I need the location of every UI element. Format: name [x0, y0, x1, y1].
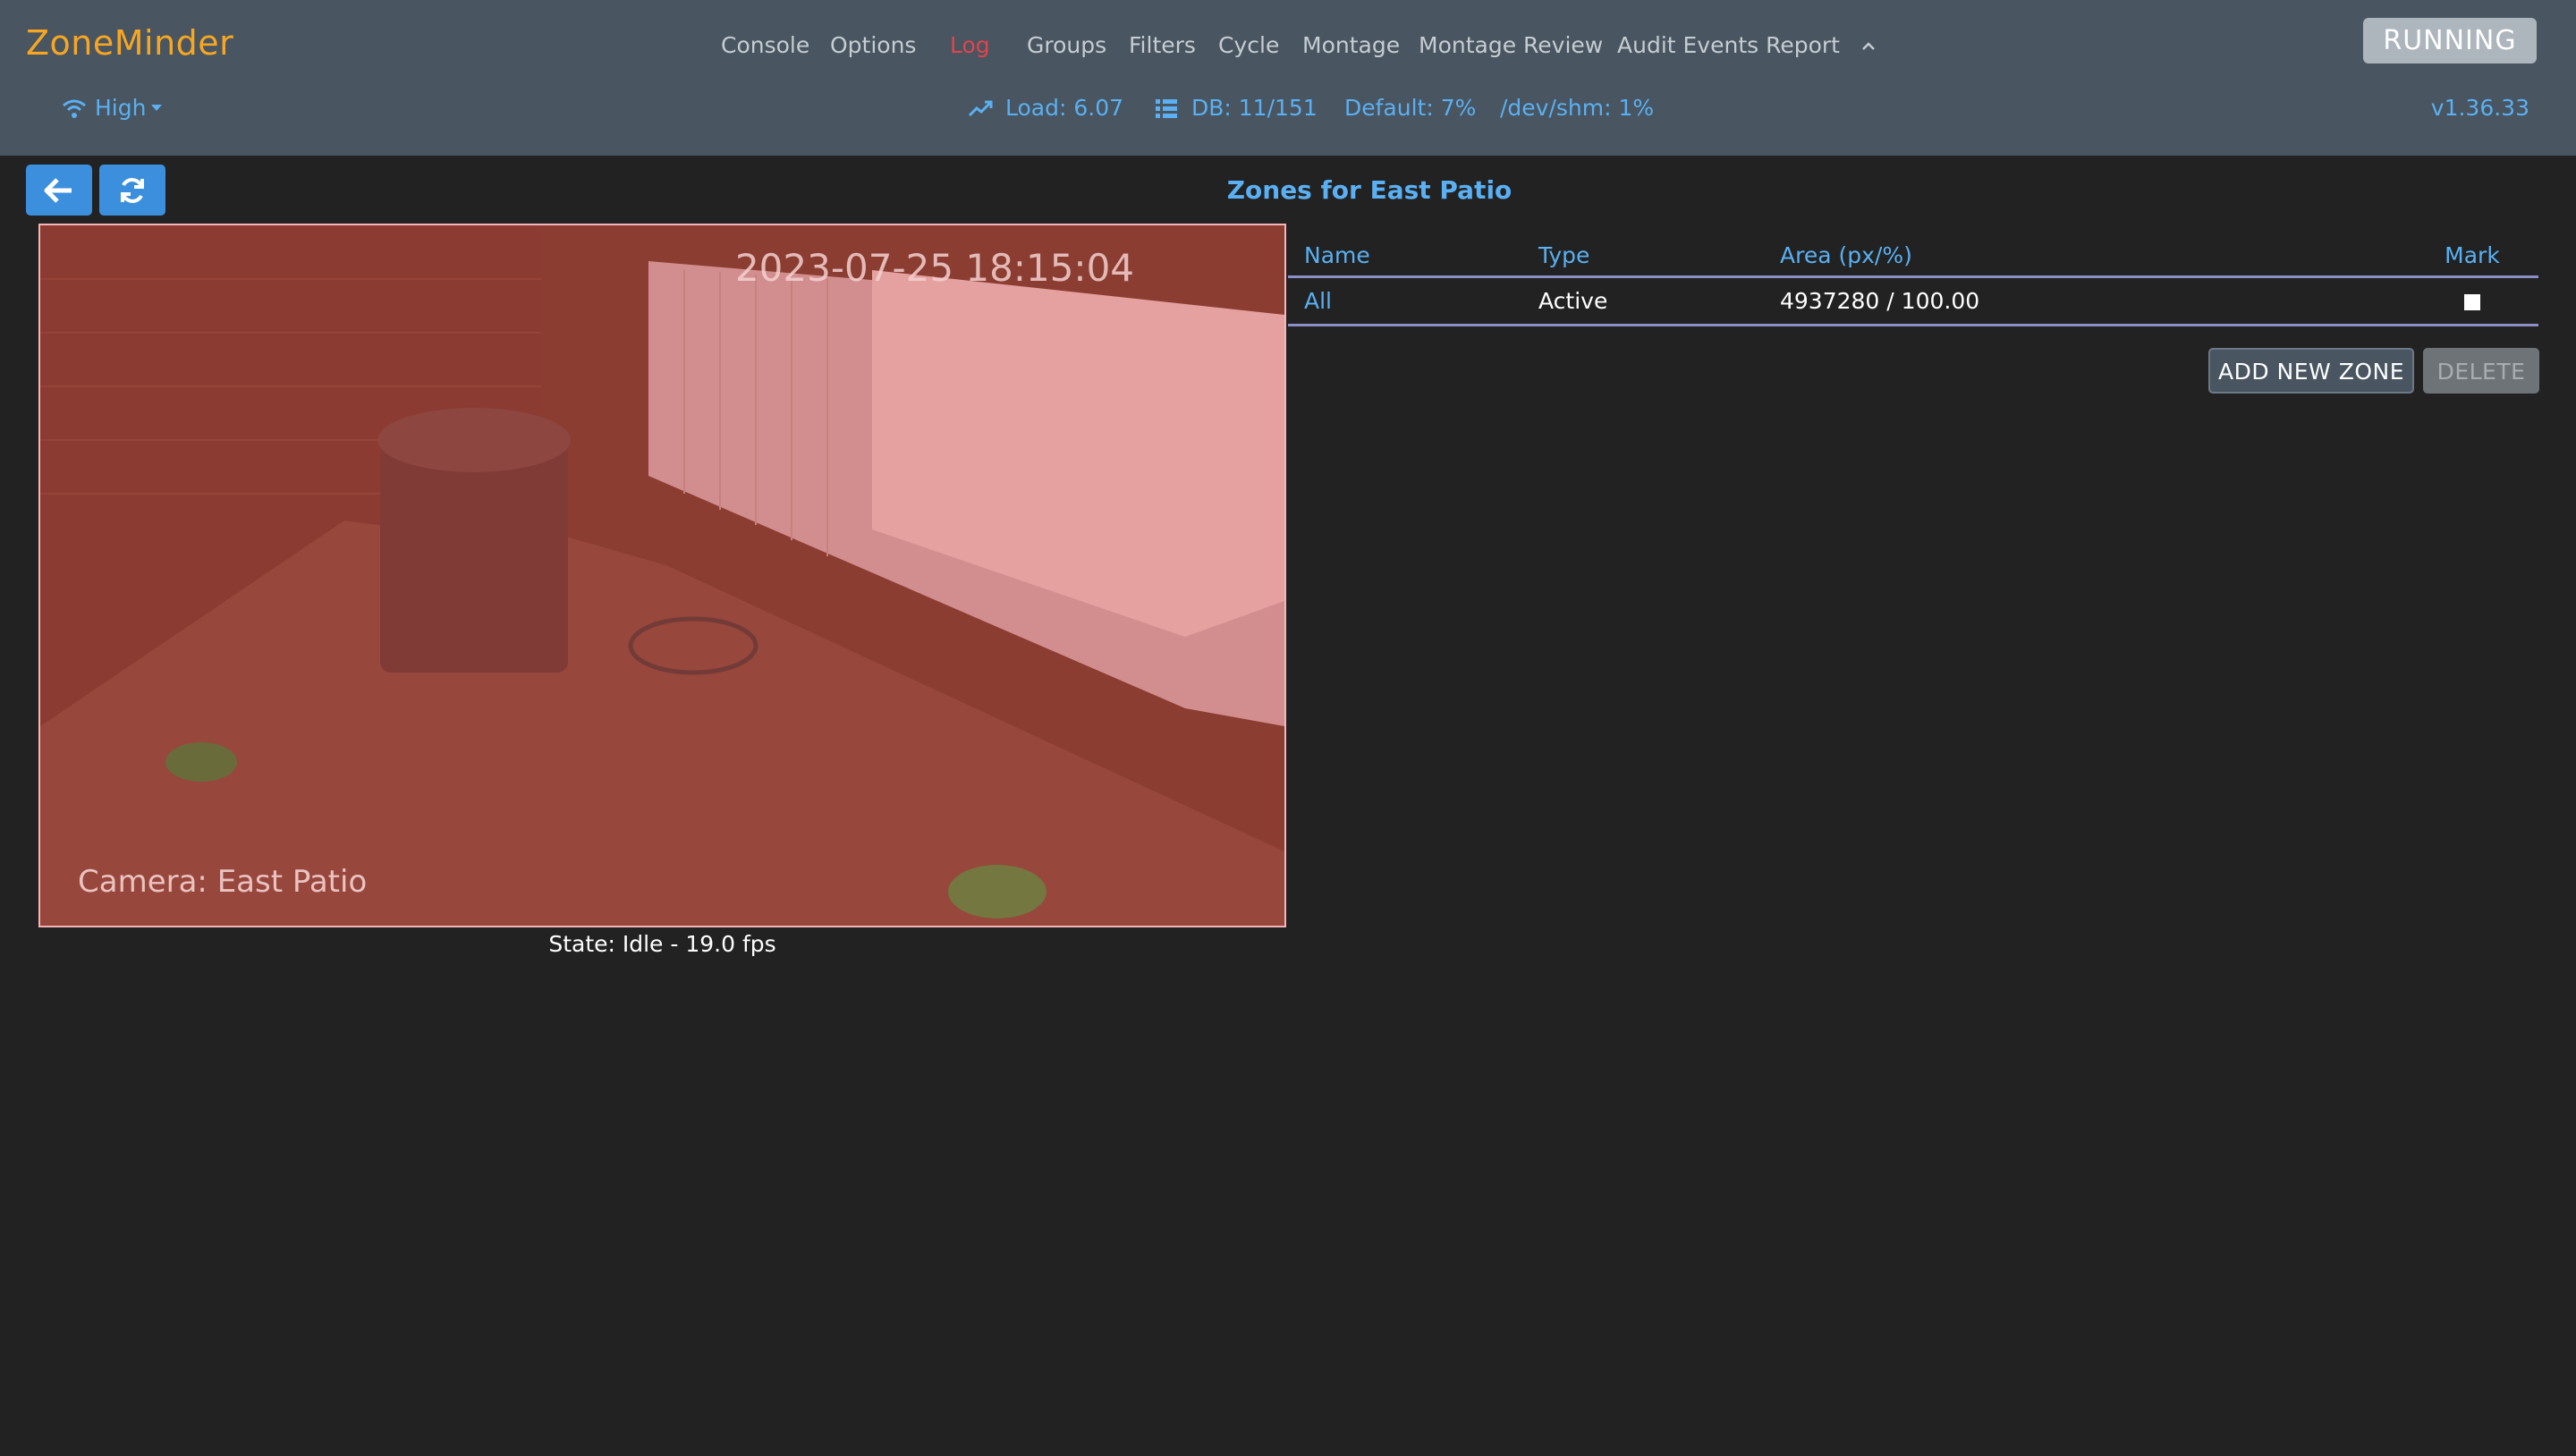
bandwidth-label: High [95, 95, 147, 121]
col-type[interactable]: Type [1538, 234, 1780, 278]
camera-image: 2023-07-25 18:15:04 Camera: East Patio [40, 225, 1284, 926]
default-storage-stat: Default: 7% [1344, 95, 1477, 121]
wifi-icon [63, 99, 86, 118]
run-state-button[interactable]: RUNNING [2363, 18, 2537, 63]
nav-console[interactable]: Console [721, 32, 809, 58]
status-bar: High Load: 6.07 DB: 11/151 Default: 7% /… [0, 89, 2576, 129]
caret-down-icon [151, 105, 163, 111]
delete-button[interactable]: DELETE [2423, 348, 2539, 394]
zones-table: Name Type Area (px/%) Mark All Active 49… [1288, 234, 2538, 326]
db-stat: DB: 11/151 [1154, 95, 1318, 121]
db-label: DB: 11/151 [1191, 95, 1318, 121]
camera-timestamp: 2023-07-25 18:15:04 [735, 246, 1134, 290]
load-stat: Load: 6.07 [968, 95, 1123, 121]
top-navbar: ZoneMinder Console Options Log Groups Fi… [0, 0, 2576, 156]
col-mark: Mark [2406, 234, 2538, 278]
nav-filters[interactable]: Filters [1129, 32, 1196, 58]
nav-cycle[interactable]: Cycle [1218, 32, 1279, 58]
mark-checkbox[interactable] [2462, 292, 2482, 312]
nav-montage-review[interactable]: Montage Review [1419, 32, 1603, 58]
main-nav: Console Options Log Groups Filters Cycle… [0, 32, 2576, 72]
table-row: All Active 4937280 / 100.00 [1288, 276, 2538, 326]
nav-log[interactable]: Log [950, 32, 990, 58]
database-icon [1156, 98, 1177, 118]
load-label: Load: 6.07 [1005, 95, 1124, 121]
nav-groups[interactable]: Groups [1027, 32, 1106, 58]
page-title: Zones for East Patio [1226, 175, 1513, 205]
table-header-row: Name Type Area (px/%) Mark [1288, 234, 2538, 278]
bandwidth-dropdown[interactable]: High [61, 95, 163, 121]
nav-audit-events-report[interactable]: Audit Events Report [1617, 32, 1840, 58]
camera-feed[interactable]: 2023-07-25 18:15:04 Camera: East Patio [38, 224, 1286, 927]
zone-name-link[interactable]: All [1304, 288, 1332, 314]
col-area[interactable]: Area (px/%) [1780, 234, 2406, 278]
nav-options[interactable]: Options [830, 32, 916, 58]
chevron-up-icon[interactable] [1860, 38, 1877, 55]
trend-up-icon [968, 100, 993, 116]
add-new-zone-button[interactable]: ADD NEW ZONE [2208, 348, 2414, 394]
zone-area: 4937280 / 100.00 [1780, 276, 2406, 326]
col-name[interactable]: Name [1288, 234, 1538, 278]
nav-montage[interactable]: Montage [1302, 32, 1400, 58]
version-label[interactable]: v1.36.33 [2431, 95, 2529, 121]
zone-type: Active [1538, 276, 1780, 326]
shm-stat: /dev/shm: 1% [1500, 95, 1655, 121]
camera-label: Camera: East Patio [78, 864, 367, 900]
camera-state: State: Idle - 19.0 fps [548, 931, 776, 957]
